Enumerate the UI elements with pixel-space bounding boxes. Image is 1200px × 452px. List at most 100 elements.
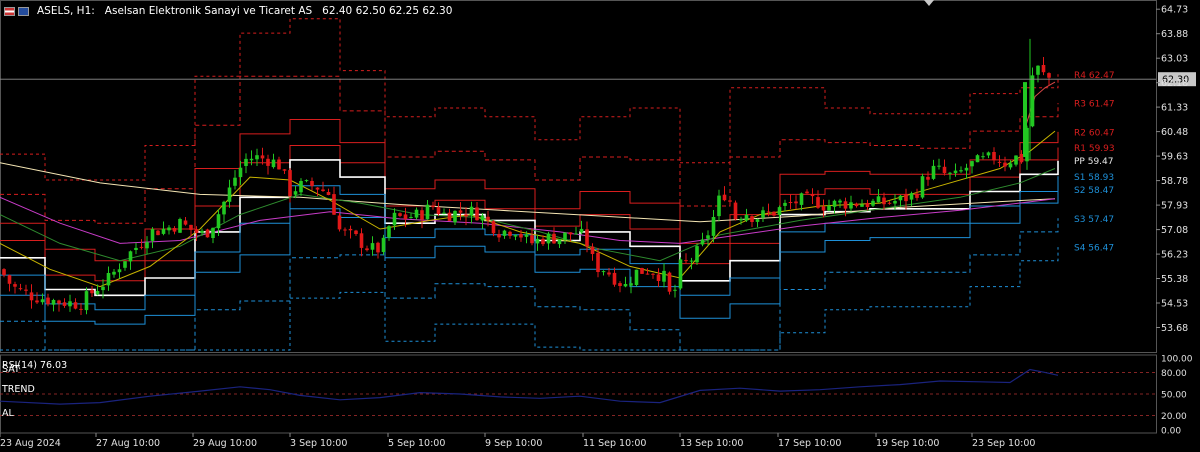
candle-body	[365, 248, 369, 251]
pivot-label-s1: S1 58.93	[1074, 173, 1114, 183]
candle-body	[95, 291, 100, 295]
pivot-label-r1: R1 59.93	[1074, 144, 1115, 154]
candle-body	[552, 233, 556, 244]
candle-body	[178, 219, 182, 233]
candle-body	[1014, 155, 1018, 165]
moving-average-3	[0, 168, 1056, 262]
candle-body	[827, 205, 831, 211]
rsi-tick-label: 100.00	[1161, 355, 1193, 365]
candle-body	[618, 283, 622, 286]
candle-body	[376, 242, 380, 253]
candle-body	[453, 210, 457, 223]
y-tick-label: 57.08	[1161, 225, 1188, 236]
candle-body	[700, 239, 705, 245]
pivot-line-r3	[0, 75, 1059, 224]
candle-body	[783, 202, 787, 206]
candle-body	[387, 226, 391, 238]
candle-body	[348, 228, 353, 231]
candle-body	[112, 271, 116, 275]
candle-body	[645, 273, 650, 275]
chart-header: ASELS, H1: Aselsan Elektronik Sanayi ve …	[4, 3, 452, 19]
candle-body	[854, 203, 859, 207]
candle-body	[475, 207, 479, 221]
candle-body	[486, 216, 490, 221]
candle-body	[563, 232, 567, 240]
candle-body	[139, 246, 144, 248]
x-tick-label: 9 Sep 10:00	[485, 438, 542, 449]
candle-body	[431, 205, 435, 208]
candle-body	[249, 158, 254, 161]
y-tick-label: 54.53	[1161, 299, 1188, 310]
candle-body	[354, 230, 358, 234]
candle-body	[530, 235, 534, 244]
candle-body	[766, 211, 771, 213]
rsi-panel: 0.00 20.00 50.00 80.00 100.00	[0, 355, 1193, 437]
candle-body	[535, 238, 540, 244]
candle-body	[871, 200, 875, 206]
candle-body	[469, 206, 474, 216]
candle-body	[750, 216, 754, 222]
y-tick-label: 57.93	[1161, 201, 1188, 212]
candle-body	[1030, 75, 1035, 127]
candle-body	[937, 165, 941, 167]
candle-body	[255, 155, 259, 160]
candle-body	[1047, 73, 1051, 78]
candle-body	[18, 288, 23, 290]
candle-body	[172, 228, 177, 232]
candle-body	[706, 235, 710, 239]
x-tick-label: 27 Aug 10:00	[96, 438, 160, 449]
candle-body	[612, 272, 617, 285]
candle-body	[843, 201, 848, 209]
pivot-line-s2	[0, 189, 1059, 325]
candle-body	[57, 300, 61, 304]
candle-body	[167, 227, 171, 231]
y-tick-label: 60.48	[1161, 127, 1188, 138]
candle-body	[849, 202, 853, 209]
candle-body	[711, 217, 716, 236]
symbol-timeframe: ASELS, H1:	[37, 5, 95, 17]
rsi-tick-label: 50.00	[1161, 391, 1187, 401]
candle-body	[959, 170, 963, 172]
candle-body	[651, 273, 655, 275]
candle-body	[942, 166, 947, 174]
y-tick-label: 55.38	[1161, 274, 1188, 285]
pivot-label-s3: S3 57.47	[1074, 215, 1114, 225]
candle-body	[101, 286, 105, 291]
x-tick-label: 29 Aug 10:00	[193, 438, 257, 449]
candle-body	[887, 202, 892, 204]
candle-body	[810, 194, 815, 197]
candle-body	[816, 197, 820, 208]
candle-body	[480, 215, 485, 221]
candle-body	[40, 299, 45, 303]
candle-body	[656, 274, 661, 281]
candle-body	[821, 206, 826, 211]
x-tick-label: 11 Sep 10:00	[583, 438, 646, 449]
x-tick-label: 3 Sep 10:00	[290, 438, 347, 449]
candle-body	[1003, 162, 1007, 167]
candle-body	[970, 161, 974, 167]
candle-body	[123, 261, 127, 268]
candle-body	[986, 152, 991, 156]
candle-body	[447, 212, 452, 221]
candle-body	[403, 214, 408, 220]
rsi-tick-label: 0.00	[1161, 427, 1181, 437]
price-chart[interactable]: R4 62.47R3 61.47R2 60.47R1 59.93PP 59.47…	[0, 0, 1200, 452]
chart-window[interactable]: R4 62.47 R3 61.47 R2 60.47 R1 59.93 PP 59.47…	[0, 0, 1200, 452]
candle-body	[392, 212, 397, 226]
candle-body	[222, 201, 226, 215]
candle-body	[442, 212, 446, 214]
candle-body	[216, 214, 221, 229]
candle-body	[992, 152, 996, 161]
x-tick-label: 17 Sep 10:00	[778, 438, 841, 449]
candle-body	[997, 161, 1002, 163]
flag-icon	[4, 6, 15, 16]
candle-body	[359, 233, 364, 248]
candle-body	[904, 194, 908, 202]
candle-body	[205, 229, 210, 238]
candle-body	[277, 159, 281, 170]
candle-body	[24, 289, 28, 291]
candle-body	[244, 158, 248, 166]
candle-body	[832, 200, 837, 207]
pivot-line-r4	[0, 18, 1059, 181]
shift-marker-icon[interactable]	[924, 0, 934, 6]
